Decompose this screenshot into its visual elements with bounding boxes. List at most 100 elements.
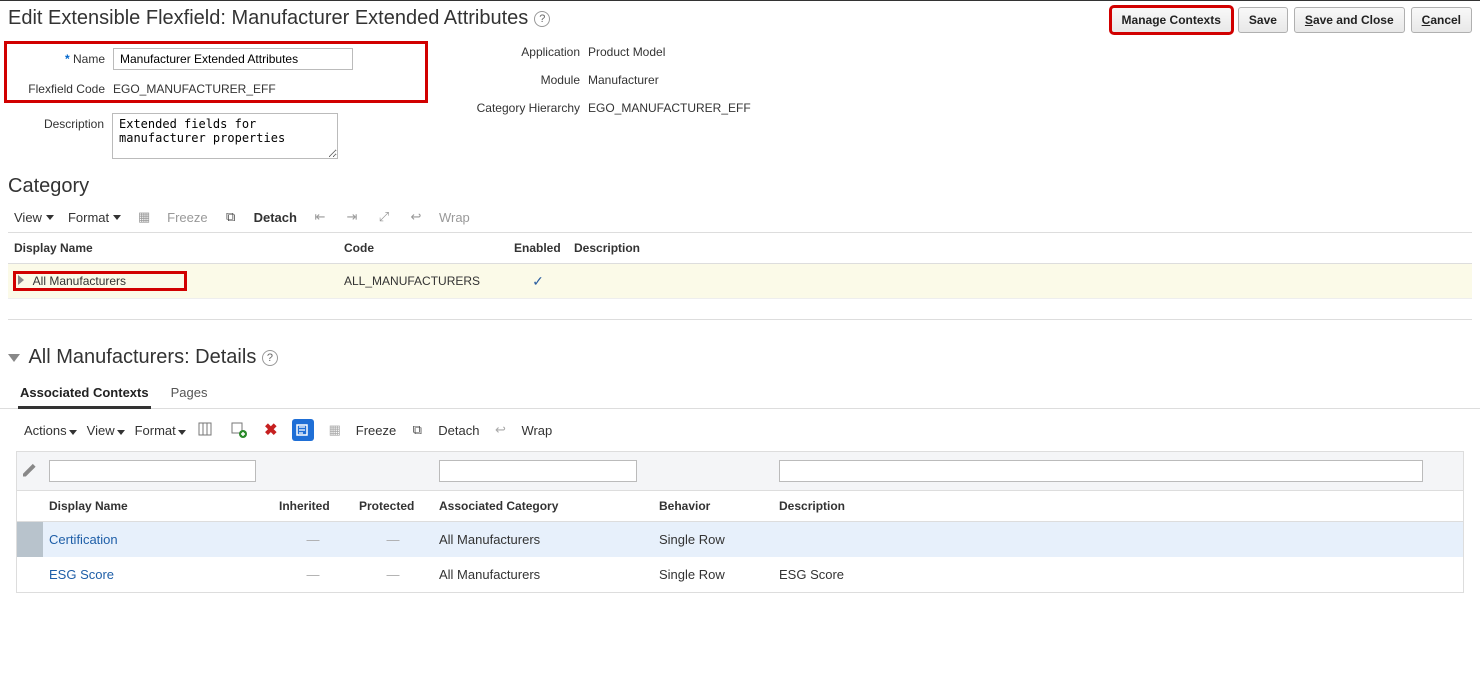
category-row-name: All Manufacturers [33, 274, 126, 288]
wrap-icon[interactable]: ↩ [489, 419, 511, 441]
format-menu[interactable]: Format [68, 210, 121, 225]
format-menu-label: Format [68, 210, 109, 225]
tree-collapse-icon[interactable]: ⇤ [311, 208, 329, 226]
detach-label: Detach [254, 210, 297, 225]
tree-expand-icon[interactable]: ⇥ [343, 208, 361, 226]
format-label: Format [135, 423, 176, 438]
detach-label: Detach [438, 423, 479, 438]
view-menu-label: View [14, 210, 42, 225]
detach-icon[interactable]: ⧉ [406, 419, 428, 441]
pencil-icon[interactable] [23, 463, 37, 477]
tree-showall-icon[interactable]: ⤢ [375, 208, 393, 226]
application-value: Product Model [588, 41, 665, 59]
page-title-text: Edit Extensible Flexfield: Manufacturer … [8, 7, 528, 30]
chevron-down-icon [69, 430, 77, 435]
category-hierarchy-value: EGO_MANUFACTURER_EFF [588, 97, 751, 115]
wrap-label: Wrap [439, 210, 470, 225]
filter-display-name[interactable] [49, 460, 256, 482]
tab-associated-contexts[interactable]: Associated Contexts [18, 379, 151, 409]
associated-category-value: All Manufacturers [433, 522, 653, 558]
category-row[interactable]: All Manufacturers ALL_MANUFACTURERS ✓ [8, 264, 1472, 299]
category-row-description [568, 264, 1472, 299]
row-handle[interactable] [17, 557, 44, 593]
actions-label: Actions [24, 423, 67, 438]
detach-icon[interactable]: ⧉ [222, 208, 240, 226]
col-display-name: Display Name [43, 491, 273, 522]
save-button[interactable]: Save [1238, 7, 1288, 33]
name-input[interactable] [113, 48, 353, 70]
behavior-value: Single Row [653, 522, 773, 558]
details-heading-text: All Manufacturers: Details [28, 346, 256, 368]
view-menu[interactable]: View [87, 423, 125, 438]
category-hierarchy-label: Category Hierarchy [458, 97, 588, 115]
category-table: Display Name Code Enabled Description Al… [8, 232, 1472, 299]
module-label: Module [458, 69, 588, 87]
freeze-icon[interactable]: ▦ [324, 419, 346, 441]
col-associated-category: Associated Category [433, 491, 653, 522]
wrap-label: Wrap [521, 423, 552, 438]
freeze-icon[interactable]: ▦ [135, 208, 153, 226]
manage-contexts-button[interactable]: Manage Contexts [1111, 7, 1232, 33]
category-toolbar: View Format ▦ Freeze ⧉ Detach ⇤ ⇥ ⤢ ↩ Wr… [0, 202, 1480, 232]
description-value: ESG Score [773, 557, 1464, 593]
cancel-rest: ancel [1430, 13, 1461, 27]
col-enabled: Enabled [508, 233, 568, 264]
context-row[interactable]: Certification — — All Manufacturers Sing… [17, 522, 1464, 558]
actions-menu[interactable]: Actions [24, 423, 77, 438]
inherited-value: — [307, 532, 320, 547]
context-display-name-link[interactable]: Certification [49, 532, 118, 547]
view-label: View [87, 423, 115, 438]
expand-icon[interactable] [18, 275, 24, 285]
module-value: Manufacturer [588, 69, 659, 87]
inherited-value: — [307, 567, 320, 582]
col-protected: Protected [353, 491, 433, 522]
delete-icon[interactable]: ✖ [260, 419, 282, 441]
chevron-down-icon [46, 215, 54, 220]
protected-value: — [387, 567, 400, 582]
add-row-icon[interactable] [228, 419, 250, 441]
filter-description[interactable] [779, 460, 1423, 482]
page-title: Edit Extensible Flexfield: Manufacturer … [8, 7, 550, 30]
col-display-name: Display Name [8, 233, 338, 264]
check-icon: ✓ [532, 273, 544, 289]
name-label-text: Name [73, 52, 105, 66]
filter-associated-category[interactable] [439, 460, 637, 482]
flexfield-code-label: Flexfield Code [9, 78, 113, 96]
save-close-rest: ave and Close [1313, 13, 1394, 27]
category-row-code: ALL_MANUFACTURERS [338, 264, 508, 299]
context-row[interactable]: ESG Score — — All Manufacturers Single R… [17, 557, 1464, 593]
freeze-label: Freeze [356, 423, 396, 438]
name-label: * Name [9, 48, 113, 66]
category-heading: Category [0, 169, 1480, 202]
top-buttons: Manage Contexts Save Save and Close Canc… [1111, 7, 1472, 33]
category-displayname-highlight: All Manufacturers [14, 272, 186, 290]
associated-category-value: All Manufacturers [433, 557, 653, 593]
cancel-ul: C [1422, 13, 1431, 27]
row-handle[interactable] [17, 522, 44, 558]
behavior-value: Single Row [653, 557, 773, 593]
save-close-ul: S [1305, 13, 1313, 27]
name-code-highlight: * Name Flexfield Code EGO_MANUFACTURER_E… [4, 41, 428, 103]
save-and-close-button[interactable]: Save and Close [1294, 7, 1405, 33]
help-icon[interactable]: ? [534, 11, 550, 27]
description-input[interactable] [112, 113, 338, 159]
edit-icon[interactable] [292, 419, 314, 441]
details-tabs: Associated Contexts Pages [0, 373, 1480, 409]
context-display-name-link[interactable]: ESG Score [49, 567, 114, 582]
protected-value: — [387, 532, 400, 547]
wrap-icon[interactable]: ↩ [407, 208, 425, 226]
format-menu[interactable]: Format [135, 423, 186, 438]
flexfield-code-value: EGO_MANUFACTURER_EFF [113, 78, 276, 96]
add-columns-icon[interactable] [196, 419, 218, 441]
freeze-label: Freeze [167, 210, 207, 225]
col-description: Description [568, 233, 1472, 264]
col-behavior: Behavior [653, 491, 773, 522]
disclosure-icon[interactable] [8, 354, 20, 362]
col-inherited: Inherited [273, 491, 353, 522]
view-menu[interactable]: View [14, 210, 54, 225]
cancel-button[interactable]: Cancel [1411, 7, 1472, 33]
description-label: Description [8, 113, 112, 131]
tab-pages[interactable]: Pages [169, 379, 210, 408]
contexts-table: Display Name Inherited Protected Associa… [16, 451, 1464, 593]
help-icon[interactable]: ? [262, 350, 278, 366]
